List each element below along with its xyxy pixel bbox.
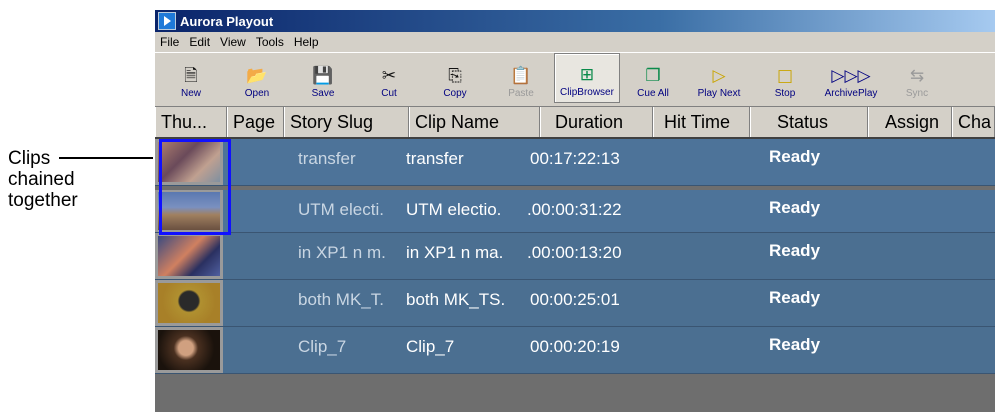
story-slug-cell: both MK_T.	[298, 290, 384, 309]
table-row[interactable]: UTM electi. UTM electio. .00:00:31:22 Re…	[155, 190, 995, 233]
table-row[interactable]: both MK_T. both MK_TS. 00:00:25:01 Ready	[155, 280, 995, 327]
archive-play-label: ArchivePlay	[824, 88, 878, 99]
clip-name-cell: Clip_7	[406, 337, 455, 356]
open-button[interactable]: 📂 Open	[224, 53, 290, 103]
column-header-thumbnail[interactable]: Thu...	[155, 107, 227, 137]
column-header-assign[interactable]: Assign	[868, 107, 952, 137]
page-cell	[223, 327, 288, 373]
cue-all-button[interactable]: ❐ Cue All	[620, 53, 686, 103]
table-row[interactable]: in XP1 n m. in XP1 n ma. .00:00:13:20 Re…	[155, 233, 995, 280]
clip-browser-icon: ⊞	[579, 65, 595, 85]
copy-label: Copy	[443, 88, 467, 99]
status-cell: Ready	[769, 335, 821, 354]
copy-button[interactable]: ⎘ Copy	[422, 53, 488, 103]
column-header-page[interactable]: Page	[227, 107, 284, 137]
status-cell: Ready	[769, 288, 821, 307]
new-button[interactable]: 🗎 New	[158, 53, 224, 103]
duration-cell: 00:17:22:13	[530, 149, 620, 168]
cue-all-label: Cue All	[637, 88, 669, 99]
play-next-label: Play Next	[697, 88, 741, 99]
new-label: New	[180, 88, 201, 99]
cue-all-icon: ❐	[645, 66, 661, 86]
new-document-icon: 🗎	[184, 66, 198, 86]
clip-name-cell: in XP1 n ma.	[406, 243, 504, 262]
cut-label: Cut	[381, 88, 397, 99]
menu-file[interactable]: File	[155, 35, 184, 49]
save-label: Save	[311, 88, 335, 99]
paste-button[interactable]: 📋 Paste	[488, 53, 554, 103]
menu-bar: File Edit View Tools Help	[155, 32, 995, 52]
menu-edit[interactable]: Edit	[184, 35, 215, 49]
stop-label: Stop	[774, 88, 796, 99]
story-slug-cell: transfer	[298, 149, 356, 168]
table-header: Thu... Page Story Slug Clip Name Duratio…	[155, 107, 995, 139]
table-row[interactable]: Clip_7 Clip_7 00:00:20:19 Ready	[155, 327, 995, 374]
clip-name-cell: both MK_TS.	[406, 290, 506, 309]
toolbar: 🗎 New 📂 Open 💾 Save ✂ Cut ⎘ Copy 📋 Paste ⊞ Clip…	[155, 52, 995, 107]
app-window: Aurora Playout File Edit View Tools Help…	[155, 10, 995, 412]
open-folder-icon: 📂	[246, 66, 268, 86]
menu-tools[interactable]: Tools	[251, 35, 289, 49]
clip-browser-label: ClipBrowser	[560, 87, 614, 98]
sync-label: Sync	[905, 88, 929, 99]
column-header-channel[interactable]: Cha	[952, 107, 995, 137]
story-slug-cell: Clip_7	[298, 337, 347, 356]
stop-button[interactable]: □ Stop	[752, 53, 818, 103]
duration-cell: 00:00:20:19	[530, 337, 620, 356]
stop-icon: □	[776, 66, 794, 86]
hit-time-cell	[663, 280, 741, 326]
callout-pointer-line	[59, 157, 153, 159]
clip-name-cell: UTM electio.	[406, 200, 502, 219]
hit-time-cell	[663, 139, 741, 185]
window-title: Aurora Playout	[180, 13, 274, 29]
archive-play-button[interactable]: ▷▷▷ ArchivePlay	[818, 53, 884, 103]
clip-thumbnail	[155, 327, 223, 373]
column-header-hit-time[interactable]: Hit Time	[653, 107, 750, 137]
duration-cell: 00:00:25:01	[530, 290, 620, 309]
play-next-button[interactable]: ▷ Play Next	[686, 53, 752, 103]
duration-cell: .00:00:31:22	[527, 200, 622, 219]
copy-icon: ⎘	[448, 66, 462, 86]
floppy-disk-icon: 💾	[312, 66, 334, 86]
menu-view[interactable]: View	[215, 35, 251, 49]
scissors-icon: ✂	[381, 66, 397, 86]
menu-help[interactable]: Help	[289, 35, 324, 49]
page-cell	[223, 233, 288, 279]
sync-button[interactable]: ⇆ Sync	[884, 53, 950, 103]
page-cell	[223, 190, 288, 232]
open-label: Open	[244, 88, 270, 99]
column-header-duration[interactable]: Duration	[540, 107, 653, 137]
status-cell: Ready	[769, 147, 821, 166]
cut-button[interactable]: ✂ Cut	[356, 53, 422, 103]
save-button[interactable]: 💾 Save	[290, 53, 356, 103]
sync-icon: ⇆	[909, 66, 925, 86]
clip-browser-button[interactable]: ⊞ ClipBrowser	[554, 53, 620, 103]
hit-time-cell	[663, 190, 741, 232]
clip-thumbnail	[155, 139, 223, 185]
archive-play-icon: ▷▷▷	[831, 66, 871, 86]
paste-label: Paste	[508, 88, 534, 99]
story-slug-cell: UTM electi.	[298, 200, 384, 219]
hit-time-cell	[663, 233, 741, 279]
page-cell	[223, 139, 288, 185]
clip-thumbnail	[155, 233, 223, 279]
hit-time-cell	[663, 327, 741, 373]
status-cell: Ready	[769, 198, 821, 217]
clip-name-cell: transfer	[406, 149, 464, 168]
play-next-icon: ▷	[712, 66, 726, 86]
column-header-clip-name[interactable]: Clip Name	[409, 107, 540, 137]
story-slug-cell: in XP1 n m.	[298, 243, 386, 262]
clip-thumbnail	[155, 280, 223, 326]
page-cell	[223, 280, 288, 326]
table-row[interactable]: transfer transfer 00:17:22:13 Ready	[155, 139, 995, 186]
clip-thumbnail	[155, 190, 223, 232]
title-bar[interactable]: Aurora Playout	[155, 10, 995, 32]
status-cell: Ready	[769, 241, 821, 260]
paste-icon: 📋	[510, 66, 532, 86]
clip-list: transfer transfer 00:17:22:13 Ready UTM …	[155, 139, 995, 374]
duration-cell: .00:00:13:20	[527, 243, 622, 262]
app-logo-icon	[158, 12, 176, 30]
column-header-story-slug[interactable]: Story Slug	[284, 107, 409, 137]
column-header-status[interactable]: Status	[750, 107, 868, 137]
